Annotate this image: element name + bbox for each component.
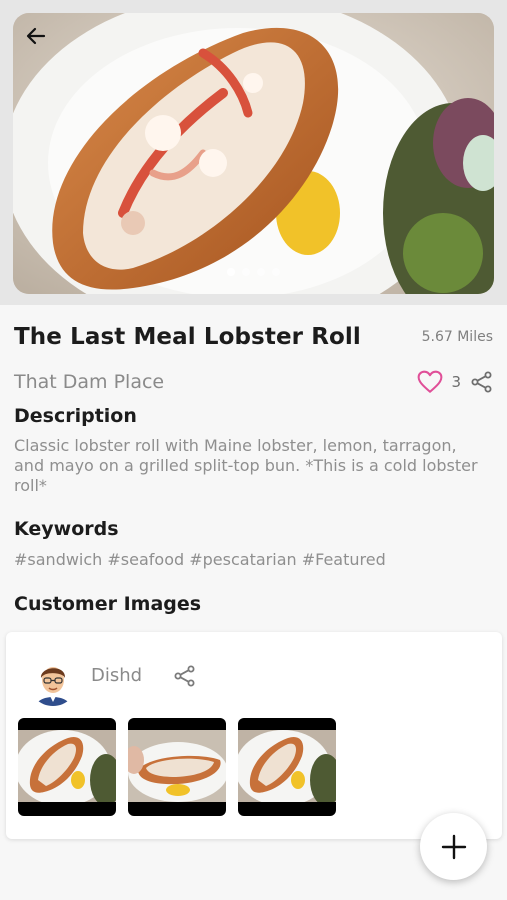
- dish-photo: [13, 13, 494, 294]
- keywords-heading: Keywords: [14, 518, 119, 540]
- carousel-dot[interactable]: [242, 268, 250, 276]
- carousel-indicator: [0, 268, 507, 276]
- dish-title: The Last Meal Lobster Roll: [14, 324, 361, 350]
- customer-image-thumbnail[interactable]: [128, 718, 226, 816]
- dish-photo-carousel[interactable]: [13, 13, 494, 294]
- share-icon: [471, 371, 492, 393]
- customer-image-thumbnails: [18, 718, 336, 816]
- carousel-dot[interactable]: [272, 268, 280, 276]
- avatar[interactable]: [28, 656, 78, 706]
- add-button[interactable]: [420, 813, 487, 880]
- customer-username[interactable]: Dishd: [91, 665, 142, 686]
- customer-image-thumbnail[interactable]: [18, 718, 116, 816]
- keywords-text: #sandwich #seafood #pescatarian #Feature…: [14, 550, 386, 569]
- carousel-dot[interactable]: [227, 268, 235, 276]
- distance-label: 5.67 Miles: [421, 329, 493, 345]
- share-button[interactable]: [471, 371, 493, 393]
- thumbnail-image: [238, 730, 336, 802]
- item-actions: 3: [417, 370, 493, 394]
- restaurant-name[interactable]: That Dam Place: [14, 371, 164, 393]
- like-count: 3: [451, 373, 461, 391]
- back-button[interactable]: [20, 20, 52, 52]
- description-heading: Description: [14, 405, 137, 427]
- thumbnail-image: [18, 730, 116, 802]
- customer-post-card: Dishd: [6, 632, 502, 839]
- user-avatar-image: [28, 656, 78, 706]
- title-row: The Last Meal Lobster Roll 5.67 Miles: [14, 324, 493, 350]
- plus-icon: [441, 834, 466, 859]
- arrow-left-icon: [26, 27, 46, 45]
- place-row: That Dam Place 3: [14, 370, 493, 394]
- heart-outline-icon: [418, 370, 443, 393]
- hero-section: [0, 0, 507, 305]
- customer-image-thumbnail[interactable]: [238, 718, 336, 816]
- thumbnail-image: [128, 730, 226, 802]
- share-icon: [174, 665, 195, 687]
- description-text: Classic lobster roll with Maine lobster,…: [14, 436, 478, 495]
- customer-images-heading: Customer Images: [14, 593, 202, 615]
- like-button[interactable]: [417, 370, 443, 394]
- post-share-button[interactable]: [174, 665, 196, 691]
- carousel-dot[interactable]: [257, 268, 265, 276]
